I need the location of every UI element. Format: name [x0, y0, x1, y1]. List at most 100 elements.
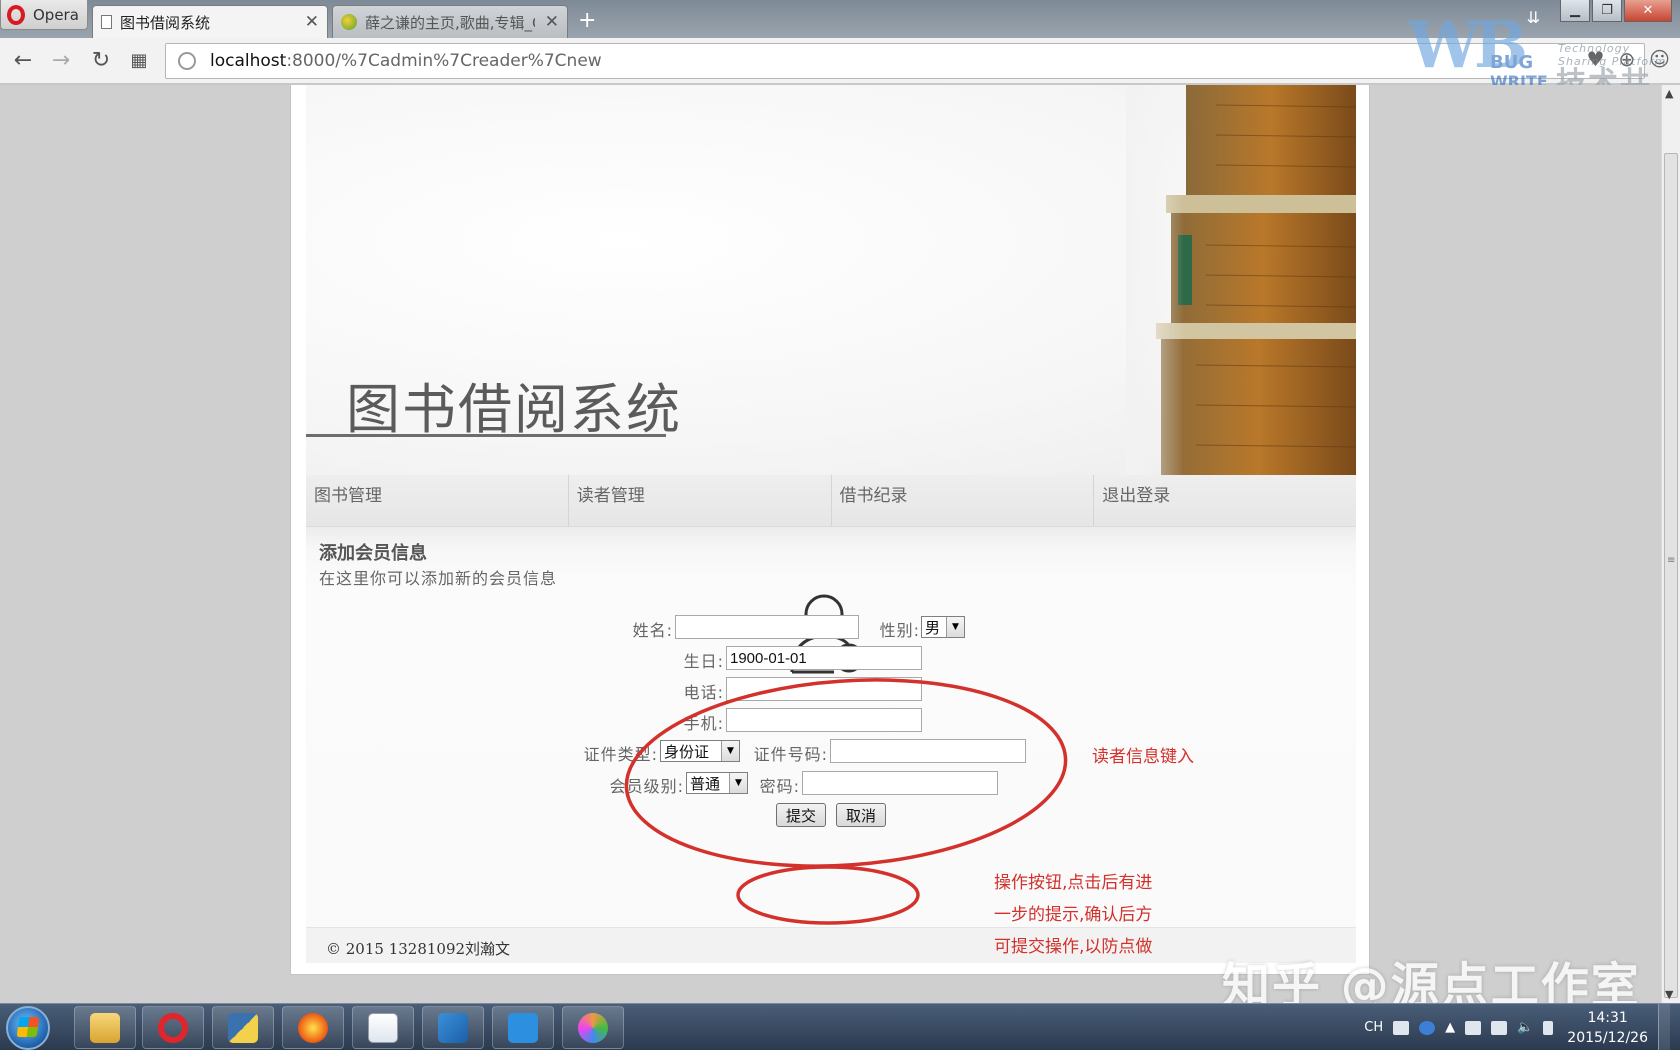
id-number-input[interactable]: [830, 739, 1026, 763]
download-icon[interactable]: ⊕: [1618, 47, 1635, 71]
tab-title: 薛之谦的主页,歌曲,专辑_Q: [365, 13, 535, 32]
scroll-down-icon[interactable]: ▼: [1665, 988, 1673, 1001]
taskbar-paint[interactable]: [562, 1006, 624, 1049]
site-info-icon[interactable]: [178, 52, 196, 70]
forward-icon[interactable]: →: [48, 48, 74, 73]
taskbar-vscode[interactable]: [422, 1006, 484, 1049]
scroll-grip-icon: ≡: [1667, 555, 1676, 566]
w-app-icon: [508, 1012, 538, 1043]
phone-label: 电话:: [683, 683, 724, 702]
scroll-up-icon[interactable]: ▲: [1665, 87, 1673, 100]
nav-reader-management[interactable]: 读者管理: [569, 475, 832, 526]
tab-menu-icon[interactable]: ⇊: [1527, 8, 1540, 27]
tab-title: 图书借阅系统: [120, 13, 211, 32]
browser-tabbar: Opera 图书借阅系统 ✕ 薛之谦的主页,歌曲,专辑_Q ✕ + ⇊ ▁ ❐ …: [0, 0, 1680, 38]
section-title: 添加会员信息: [319, 543, 427, 564]
account-icon[interactable]: ☺: [1649, 47, 1670, 71]
minimize-icon[interactable]: ▁: [1560, 0, 1590, 22]
page-viewport: 图书借阅系统 图书管理 读者管理 借书纪录 退出登录 添加会员信息 在这里你可以…: [0, 85, 1661, 1003]
banner-title: 图书借阅系统: [346, 378, 682, 441]
id-number-label: 证件号码:: [753, 745, 828, 764]
network-icon[interactable]: [1491, 1020, 1508, 1035]
browser-toolbar: ← → ↻ ▦ localhost:8000/%7Cadmin%7Creader…: [0, 38, 1680, 84]
id-type-value: 身份证: [664, 742, 710, 761]
id-type-label: 证件类型:: [583, 745, 658, 764]
windows-logo-icon: [16, 1017, 40, 1037]
taskbar-explorer[interactable]: [74, 1006, 136, 1049]
speed-dial-icon[interactable]: ▦: [126, 50, 152, 71]
start-button[interactable]: [6, 1006, 50, 1050]
nav-book-management[interactable]: 图书管理: [306, 475, 569, 526]
opera-menu-button[interactable]: Opera: [0, 0, 88, 30]
taskbar-w-app[interactable]: [492, 1006, 554, 1049]
python-icon: [228, 1012, 258, 1043]
mobile-input[interactable]: [726, 708, 922, 732]
window-close-icon[interactable]: ✕: [1624, 0, 1672, 22]
member-level-select[interactable]: 普通 ▼: [686, 772, 748, 794]
palette-icon: [578, 1012, 608, 1043]
input-language[interactable]: CH: [1364, 1020, 1383, 1035]
volume-icon[interactable]: 🔈: [1517, 1020, 1533, 1035]
tab-close-icon[interactable]: ✕: [545, 12, 559, 32]
member-level-value: 普通: [690, 774, 721, 793]
phone-input[interactable]: [726, 677, 922, 701]
button-annotation-line-3: 可提交操作,以防点做: [994, 937, 1153, 957]
action-center-icon[interactable]: [1465, 1020, 1482, 1035]
back-icon[interactable]: ←: [10, 48, 36, 73]
tab-music-page[interactable]: 薛之谦的主页,歌曲,专辑_Q ✕: [332, 5, 568, 38]
gender-label: 性别:: [879, 621, 920, 640]
birthday-input[interactable]: [726, 646, 922, 670]
flame-icon: [298, 1012, 328, 1043]
password-label: 密码:: [759, 777, 800, 796]
show-desktop-button[interactable]: [1658, 1004, 1670, 1050]
keyboard-icon[interactable]: [1393, 1020, 1410, 1035]
dropdown-arrow-icon: ▼: [729, 773, 747, 793]
submit-button[interactable]: 提交: [776, 803, 826, 827]
battery-icon[interactable]: [1543, 1020, 1554, 1035]
new-tab-icon[interactable]: +: [578, 8, 596, 33]
gender-select[interactable]: 男 ▼: [921, 616, 965, 638]
button-annotation-line-2: 一步的提示,确认后方: [994, 905, 1153, 925]
scroll-thumb[interactable]: [1664, 153, 1678, 998]
password-input[interactable]: [802, 771, 998, 795]
tab-close-icon[interactable]: ✕: [305, 12, 319, 32]
clock-time: 14:31: [1587, 1009, 1628, 1026]
section-subtitle: 在这里你可以添加新的会员信息: [319, 569, 558, 588]
help-icon[interactable]: [1419, 1020, 1436, 1035]
dropdown-arrow-icon: ▼: [946, 617, 964, 637]
site-banner: 图书借阅系统: [306, 85, 1356, 475]
taskbar-python-file[interactable]: [352, 1006, 414, 1049]
taskbar-python-ide[interactable]: [212, 1006, 274, 1049]
url-host: localhost: [210, 51, 287, 71]
system-tray: CH ▲ 🔈 14:31 2015/12/26: [1364, 1004, 1680, 1050]
opera-logo-icon: [7, 4, 25, 25]
cancel-button[interactable]: 取消: [836, 803, 886, 827]
member-form-section: 添加会员信息 在这里你可以添加新的会员信息 姓名: 性别: 男 ▼ 生日: 19…: [306, 527, 1356, 927]
reload-icon[interactable]: ↻: [88, 48, 114, 73]
taskbar-opera[interactable]: [142, 1006, 204, 1049]
dropdown-arrow-icon: ▼: [721, 741, 739, 761]
name-label: 姓名:: [632, 621, 673, 640]
page-container: 图书借阅系统 图书管理 读者管理 借书纪录 退出登录 添加会员信息 在这里你可以…: [290, 85, 1370, 975]
heart-icon[interactable]: ♥: [1586, 47, 1604, 71]
address-bar[interactable]: localhost:8000/%7Cadmin%7Creader%7Cnew: [165, 43, 1645, 79]
url-path: :8000/%7Cadmin%7Creader%7Cnew: [286, 51, 602, 71]
show-hidden-icons[interactable]: ▲: [1445, 1020, 1455, 1035]
vscode-icon: [438, 1012, 468, 1043]
vertical-scrollbar[interactable]: ▲ ≡ ▼: [1661, 85, 1680, 1003]
music-favicon-icon: [341, 14, 357, 30]
nav-borrow-records[interactable]: 借书纪录: [832, 475, 1095, 526]
id-type-select[interactable]: 身份证 ▼: [660, 740, 740, 762]
system-clock[interactable]: 14:31 2015/12/26: [1567, 1008, 1648, 1048]
main-nav: 图书管理 读者管理 借书纪录 退出登录: [306, 475, 1356, 527]
books-image: [1126, 85, 1356, 475]
name-input[interactable]: [675, 615, 859, 639]
mobile-label: 手机:: [683, 714, 724, 733]
taskbar-flash-app[interactable]: [282, 1006, 344, 1049]
opera-icon: [158, 1012, 188, 1043]
nav-logout[interactable]: 退出登录: [1094, 475, 1356, 526]
page-favicon-icon: [101, 15, 112, 29]
tab-library-system[interactable]: 图书借阅系统 ✕: [92, 5, 328, 38]
python-file-icon: [368, 1012, 398, 1043]
maximize-icon[interactable]: ❐: [1592, 0, 1622, 22]
